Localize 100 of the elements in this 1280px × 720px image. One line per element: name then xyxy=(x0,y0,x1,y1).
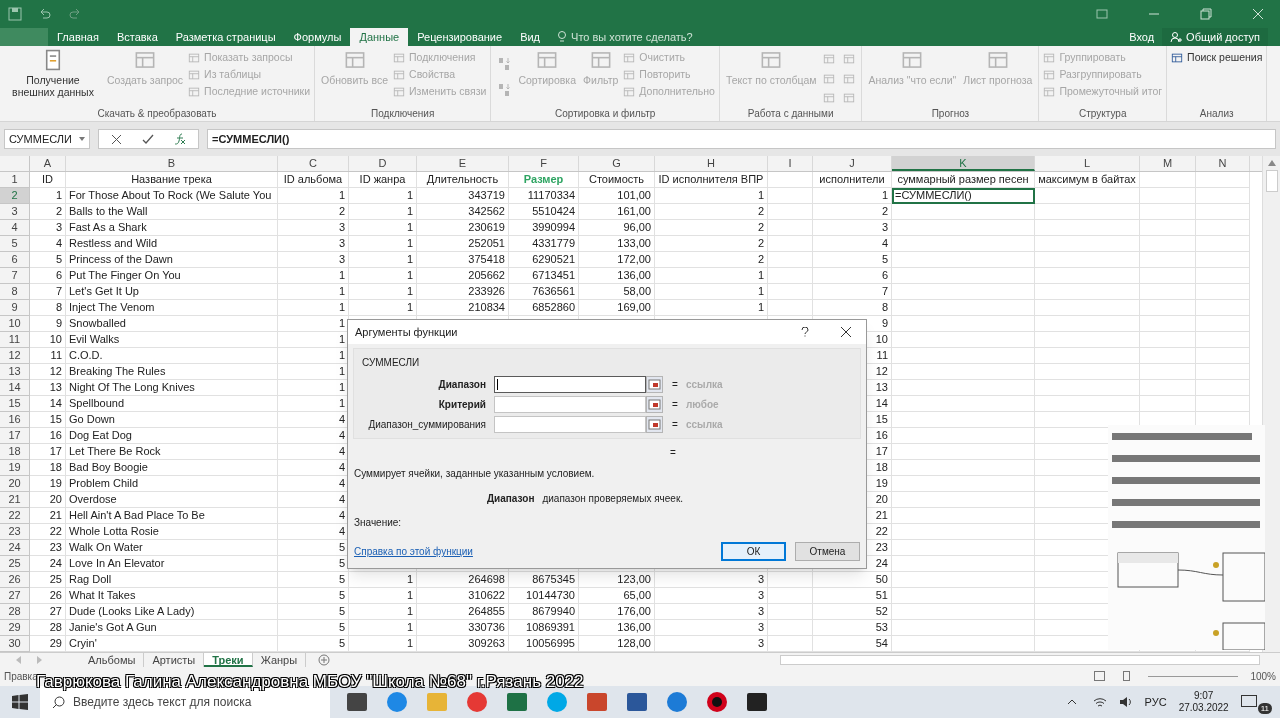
group-label: Структура xyxy=(1078,107,1128,120)
table-cell: 10869391 xyxy=(509,620,579,636)
row-header[interactable]: 17 xyxy=(0,428,30,444)
table-cell: Dog Eat Dog xyxy=(66,428,278,444)
column-header[interactable]: B xyxy=(66,156,278,171)
column-header[interactable]: H xyxy=(655,156,768,171)
table-cell: 1 xyxy=(278,284,349,300)
table-cell: 65,00 xyxy=(579,588,655,604)
ribbon-tab[interactable]: Главная xyxy=(48,28,108,46)
ribbon-button[interactable]: Поиск решения xyxy=(1171,51,1263,64)
formula-field[interactable]: =СУММЕСЛИ() xyxy=(207,129,1276,149)
table-cell: Go Down xyxy=(66,412,278,428)
table-cell: 28 xyxy=(30,620,66,636)
row-header[interactable]: 28 xyxy=(0,604,30,620)
row-header[interactable]: 2 xyxy=(0,188,30,204)
row-header[interactable]: 25 xyxy=(0,556,30,572)
row-header[interactable]: 3 xyxy=(0,204,30,220)
row-header[interactable]: 6 xyxy=(0,252,30,268)
row-header[interactable]: 13 xyxy=(0,364,30,380)
row-header[interactable]: 1 xyxy=(0,172,30,188)
table-cell: 101,00 xyxy=(579,188,655,204)
row-header[interactable]: 29 xyxy=(0,620,30,636)
table-cell: 5 xyxy=(278,572,349,588)
ribbon-tab[interactable]: Формулы xyxy=(284,28,351,46)
row-header[interactable]: 19 xyxy=(0,460,30,476)
column-header[interactable]: F xyxy=(509,156,579,171)
share-button[interactable]: Общий доступ xyxy=(1162,28,1268,46)
row-header[interactable]: 23 xyxy=(0,524,30,540)
dialog-button[interactable]: ОК xyxy=(721,542,786,561)
row-header[interactable]: 24 xyxy=(0,540,30,556)
table-cell: 205662 xyxy=(417,268,509,284)
row-header[interactable]: 9 xyxy=(0,300,30,316)
tell-me-field[interactable]: Что вы хотите сделать? xyxy=(557,28,693,46)
column-header[interactable]: E xyxy=(417,156,509,171)
table-cell: Rag Doll xyxy=(66,572,278,588)
equals-sign: = xyxy=(672,377,679,392)
ribbon-tab[interactable]: Данные xyxy=(350,28,409,46)
column-header[interactable]: I xyxy=(768,156,813,171)
table-cell: 10 xyxy=(30,332,66,348)
table-cell: 233926 xyxy=(417,284,509,300)
row-header[interactable]: 20 xyxy=(0,476,30,492)
language-indicator[interactable]: РУС xyxy=(1144,693,1167,711)
row-header[interactable]: 15 xyxy=(0,396,30,412)
table-cell: Night Of The Long Knives xyxy=(66,380,278,396)
row-header[interactable]: 21 xyxy=(0,492,30,508)
argument-hint: ссылка xyxy=(686,377,723,392)
ribbon-tab[interactable]: Вид xyxy=(511,28,550,46)
equals-sign: = xyxy=(672,417,679,432)
column-header[interactable]: K xyxy=(892,156,1035,171)
column-header[interactable]: L xyxy=(1035,156,1140,171)
row-header[interactable]: 11 xyxy=(0,332,30,348)
row-header[interactable]: 27 xyxy=(0,588,30,604)
table-cell: What It Takes xyxy=(66,588,278,604)
argument-label: Диапазон xyxy=(437,377,487,392)
table-cell: 1 xyxy=(349,572,417,588)
ribbon-tab[interactable]: Вставка xyxy=(107,28,167,46)
column-header[interactable]: A xyxy=(30,156,66,171)
row-header[interactable]: 10 xyxy=(0,316,30,332)
table-cell: 1 xyxy=(278,188,349,204)
column-header[interactable]: M xyxy=(1140,156,1196,171)
sign-in-link[interactable]: Вход xyxy=(1121,28,1163,46)
table-cell: 4 xyxy=(813,236,892,252)
table-cell: 11170334 xyxy=(509,188,579,204)
active-cell[interactable]: =СУММЕСЛИ() xyxy=(892,188,1035,204)
help-link[interactable]: Справка по этой функции xyxy=(354,544,473,559)
column-header[interactable]: G xyxy=(579,156,655,171)
row-header[interactable]: 30 xyxy=(0,636,30,652)
row-header[interactable]: 7 xyxy=(0,268,30,284)
clock[interactable]: 9:07 27.03.2022 xyxy=(1178,690,1229,714)
argument-name: Диапазон xyxy=(487,492,535,506)
table-cell: 5 xyxy=(30,252,66,268)
table-cell: 2 xyxy=(813,204,892,220)
equals-sign: = xyxy=(672,397,679,412)
table-cell: Evil Walks xyxy=(66,332,278,348)
row-header[interactable]: 8 xyxy=(0,284,30,300)
column-header[interactable]: N xyxy=(1196,156,1250,171)
row-header[interactable]: 16 xyxy=(0,412,30,428)
notification-count: 11 xyxy=(1257,702,1272,714)
ribbon-button[interactable]: Получение внешних данных xyxy=(4,49,102,107)
argument-hint: ссылка xyxy=(686,417,723,432)
row-header[interactable]: 18 xyxy=(0,444,30,460)
column-header[interactable]: D xyxy=(349,156,417,171)
row-header[interactable]: 5 xyxy=(0,236,30,252)
table-cell: 1 xyxy=(278,268,349,284)
table-cell: 1 xyxy=(349,300,417,316)
dialog-button[interactable]: Отмена xyxy=(795,542,860,561)
column-header[interactable]: C xyxy=(278,156,349,171)
ribbon-tab[interactable]: Рецензирование xyxy=(408,28,512,46)
group-label: Сортировка и фильтр xyxy=(554,107,657,120)
table-cell: Hell Ain't A Bad Place To Be xyxy=(66,508,278,524)
row-header[interactable]: 4 xyxy=(0,220,30,236)
table-cell: 16 xyxy=(30,428,66,444)
row-header[interactable]: 12 xyxy=(0,348,30,364)
ribbon-tab[interactable]: Разметка страницы xyxy=(166,28,285,46)
table-cell: Love In An Elevator xyxy=(66,556,278,572)
row-header[interactable]: 14 xyxy=(0,380,30,396)
row-header[interactable]: 22 xyxy=(0,508,30,524)
row-header[interactable]: 26 xyxy=(0,572,30,588)
name-box[interactable]: СУММЕСЛИ xyxy=(4,129,90,149)
sheet-tab[interactable]: Треки xyxy=(204,652,253,667)
